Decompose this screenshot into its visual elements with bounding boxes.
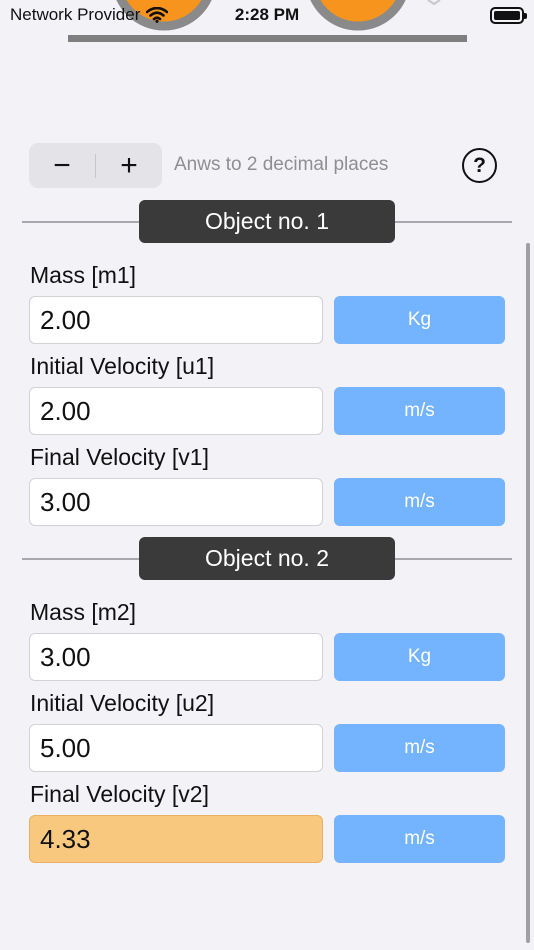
u1-input[interactable]: 2.00 — [29, 387, 323, 435]
wifi-icon — [146, 7, 169, 23]
object1-header: Object no. 1 — [22, 200, 512, 244]
v1-input[interactable]: 3.00 — [29, 478, 323, 526]
carrier-label: Network Provider — [10, 5, 141, 24]
mass1-input[interactable]: 2.00 — [29, 296, 323, 344]
decimal-stepper[interactable]: − + — [29, 143, 162, 188]
mass2-unit-button[interactable]: Kg — [334, 633, 505, 681]
object2-header: Object no. 2 — [22, 537, 512, 581]
v2-label: Final Velocity [v2] — [30, 781, 209, 807]
minus-icon[interactable]: − — [29, 143, 95, 188]
v1-label: Final Velocity [v1] — [30, 444, 209, 470]
mass2-input[interactable]: 3.00 — [29, 633, 323, 681]
u1-label: Initial Velocity [u1] — [30, 353, 215, 379]
help-icon[interactable]: ? — [462, 148, 497, 183]
object2-title: Object no. 2 — [139, 537, 395, 580]
scrollbar[interactable] — [526, 243, 530, 943]
decimal-hint: Anws to 2 decimal places — [174, 154, 389, 175]
mass1-label: Mass [m1] — [30, 262, 137, 288]
v2-result-field[interactable]: 4.33 — [29, 815, 323, 863]
battery-icon — [490, 6, 527, 24]
u2-input[interactable]: 5.00 — [29, 724, 323, 772]
mass1-unit-button[interactable]: Kg — [334, 296, 505, 344]
v1-unit-button[interactable]: m/s — [334, 478, 505, 526]
plus-icon[interactable]: + — [96, 143, 162, 188]
u2-unit-button[interactable]: m/s — [334, 724, 505, 772]
mass2-label: Mass [m2] — [30, 599, 137, 625]
u2-label: Initial Velocity [u2] — [30, 690, 215, 716]
track-line — [68, 35, 467, 42]
u1-unit-button[interactable]: m/s — [334, 387, 505, 435]
v2-unit-button[interactable]: m/s — [334, 815, 505, 863]
object1-title: Object no. 1 — [139, 200, 395, 243]
status-bar: Network Provider 2:28 PM — [0, 0, 534, 30]
